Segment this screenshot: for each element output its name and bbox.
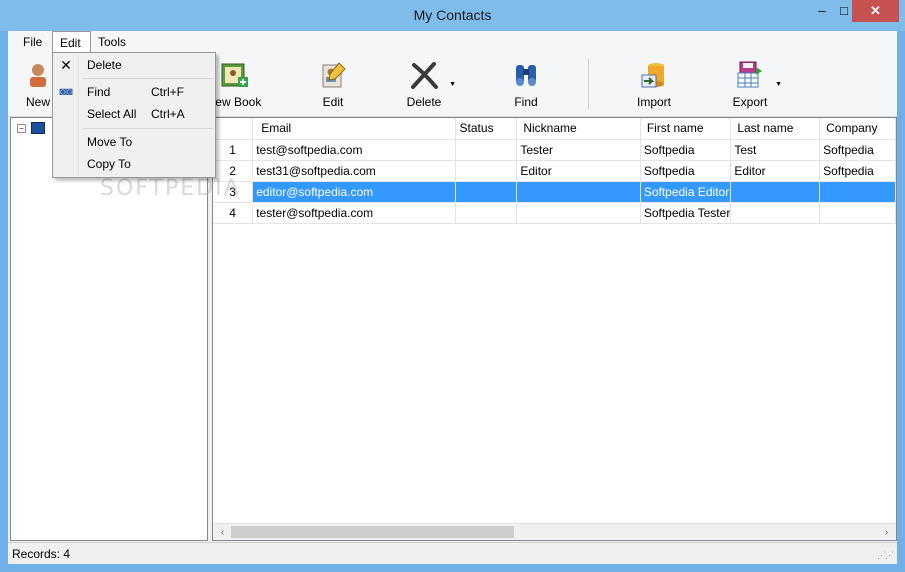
- find-label: Find: [514, 95, 538, 109]
- chevron-down-icon[interactable]: ▼: [449, 81, 456, 88]
- column-header-last-name[interactable]: Last name: [730, 118, 821, 140]
- menu-item-label: Copy To: [87, 157, 131, 171]
- horizontal-scrollbar[interactable]: ‹ ›: [213, 523, 896, 540]
- cell-last-name[interactable]: [730, 202, 821, 224]
- cell-company[interactable]: Softpedia: [819, 139, 896, 161]
- column-header-status[interactable]: Status: [455, 118, 518, 140]
- cell-email[interactable]: test31@softpedia.com: [252, 160, 456, 182]
- menu-tools[interactable]: Tools: [91, 31, 133, 53]
- export-label: Export: [732, 95, 768, 109]
- address-book-icon: [221, 63, 248, 87]
- import-button[interactable]: Import: [614, 57, 694, 113]
- menu-shortcut: Ctrl+F: [151, 85, 184, 99]
- menu-item-label: Select All: [87, 107, 137, 121]
- row-number-header[interactable]: [213, 118, 254, 140]
- collapse-icon[interactable]: −: [17, 123, 26, 133]
- cell-nickname[interactable]: Editor: [516, 160, 641, 182]
- export-button[interactable]: Export ▼: [710, 57, 790, 113]
- column-header-email[interactable]: Email: [252, 118, 456, 140]
- menu-separator: [83, 78, 213, 79]
- cell-last-name[interactable]: Editor: [730, 160, 821, 182]
- menu-item-label: Find: [87, 85, 111, 99]
- header-row: Email Status Nickname First name Last na…: [213, 118, 896, 140]
- table-row[interactable]: 2 test31@softpedia.com Editor Softpedia …: [213, 160, 896, 182]
- row-number: 4: [213, 202, 254, 224]
- cell-status[interactable]: [455, 181, 518, 203]
- close-button[interactable]: ✕: [852, 0, 899, 22]
- title-bar[interactable]: My Contacts – □ ✕: [0, 0, 905, 31]
- resize-grip-icon[interactable]: ⋰⋰: [877, 550, 894, 561]
- book-icon: [31, 122, 46, 135]
- cell-first-name[interactable]: Softpedia: [640, 160, 732, 182]
- scroll-thumb[interactable]: [231, 526, 514, 538]
- menu-item-copy-to[interactable]: Copy To: [53, 153, 215, 175]
- cell-first-name[interactable]: Softpedia Editor: [640, 181, 732, 203]
- cell-last-name[interactable]: Test: [730, 139, 821, 161]
- cell-status[interactable]: [455, 202, 518, 224]
- delete-label: Delete: [406, 95, 442, 109]
- cell-nickname[interactable]: Tester: [516, 139, 641, 161]
- column-header-nickname[interactable]: Nickname: [516, 118, 641, 140]
- tree-root-node[interactable]: −: [17, 122, 46, 135]
- contacts-grid[interactable]: Email Status Nickname First name Last na…: [212, 117, 897, 541]
- menu-file[interactable]: File: [16, 31, 49, 53]
- watermark: SOFTPEDIA: [100, 176, 241, 201]
- cell-email[interactable]: tester@softpedia.com: [252, 202, 456, 224]
- find-button[interactable]: Find: [486, 57, 566, 113]
- cell-status[interactable]: [455, 139, 518, 161]
- menu-edit[interactable]: Edit: [52, 31, 91, 53]
- cell-first-name[interactable]: Softpedia: [640, 139, 732, 161]
- cell-email[interactable]: test@softpedia.com: [252, 139, 456, 161]
- table-row-selected[interactable]: 3 editor@softpedia.com Softpedia Editor: [213, 181, 896, 203]
- new-contact-icon: [30, 64, 46, 87]
- menu-item-delete[interactable]: ✕ Delete: [53, 54, 215, 76]
- app-window: My Contacts – □ ✕ File Edit Tools New Ne…: [0, 0, 905, 572]
- binoculars-icon: [516, 65, 536, 86]
- cell-nickname[interactable]: [516, 181, 641, 203]
- table-row[interactable]: 4 tester@softpedia.com Softpedia Tester: [213, 202, 896, 224]
- menu-shortcut: Ctrl+A: [151, 107, 185, 121]
- menu-item-label: Delete: [87, 58, 122, 72]
- column-header-company[interactable]: Company: [819, 118, 896, 140]
- cell-company[interactable]: [819, 181, 896, 203]
- binoculars-icon: ◙◙: [59, 86, 73, 98]
- menu-item-move-to[interactable]: Move To: [53, 131, 215, 153]
- cell-nickname[interactable]: [516, 202, 641, 224]
- import-label: Import: [636, 95, 671, 109]
- cell-status[interactable]: [455, 160, 518, 182]
- menu-item-select-all[interactable]: Select All Ctrl+A: [53, 103, 215, 125]
- menu-bar: File Edit Tools: [8, 31, 897, 53]
- export-table-icon: [737, 61, 762, 88]
- cell-first-name[interactable]: Softpedia Tester: [640, 202, 732, 224]
- delete-x-icon: [411, 62, 438, 89]
- edit-contact-icon: [322, 62, 346, 88]
- chevron-down-icon[interactable]: ▼: [775, 81, 782, 88]
- menu-item-label: Move To: [87, 135, 133, 149]
- import-database-icon: [641, 63, 664, 88]
- status-bar: Records: 4 ⋰⋰: [8, 542, 897, 564]
- edit-menu-dropdown: ✕ Delete ◙◙ Find Ctrl+F Select All Ctrl+…: [52, 52, 216, 178]
- contacts-table: Email Status Nickname First name Last na…: [213, 118, 896, 224]
- column-header-first-name[interactable]: First name: [640, 118, 732, 140]
- table-row[interactable]: 1 test@softpedia.com Tester Softpedia Te…: [213, 139, 896, 161]
- window-title: My Contacts: [413, 7, 492, 23]
- cell-company[interactable]: [819, 202, 896, 224]
- scroll-left-icon[interactable]: ‹: [215, 525, 230, 540]
- menu-item-find[interactable]: ◙◙ Find Ctrl+F: [53, 81, 215, 103]
- edit-label: Edit: [322, 95, 344, 109]
- scroll-right-icon[interactable]: ›: [879, 525, 894, 540]
- cell-email[interactable]: editor@softpedia.com: [252, 181, 456, 203]
- delete-x-icon: ✕: [60, 57, 72, 73]
- delete-button[interactable]: Delete ▼: [384, 57, 464, 113]
- edit-button[interactable]: Edit: [293, 57, 373, 113]
- cell-company[interactable]: Softpedia: [819, 160, 896, 182]
- toolbar-separator: [588, 59, 589, 109]
- row-number: 1: [213, 139, 254, 161]
- menu-separator: [83, 128, 213, 129]
- cell-last-name[interactable]: [730, 181, 821, 203]
- records-count: Records: 4: [12, 547, 71, 561]
